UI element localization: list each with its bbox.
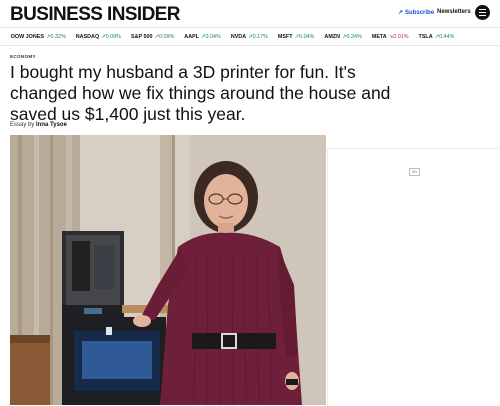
section-label[interactable]: ECONOMY — [10, 54, 36, 59]
ticker-item[interactable]: AAPL ↗0.04% — [184, 34, 221, 40]
ticker-symbol: DOW JONES — [11, 33, 44, 40]
ticker-symbol: TSLA — [418, 33, 433, 40]
ticker-item[interactable]: AMZN ↗0.24% — [324, 34, 361, 40]
ticker-change: ↗0.44% — [435, 34, 455, 40]
ticker-change: ↗0.09% — [154, 34, 174, 40]
ticker-change: ↗0.04% — [295, 34, 315, 40]
ticker-item[interactable]: TSLA ↗0.44% — [419, 34, 455, 40]
ticker-item[interactable]: META ↘0.01% — [372, 34, 409, 40]
ticker-item[interactable]: DOW JONES ↗0.32% — [11, 34, 66, 40]
author-link[interactable]: Inna Tysoe — [36, 122, 67, 128]
menu-button[interactable] — [475, 5, 490, 20]
ticker-symbol: NVDA — [230, 33, 247, 40]
ticker-item[interactable]: NVDA ↗0.17% — [231, 34, 268, 40]
ticker-change: ↗0.04% — [201, 34, 221, 40]
arrow-up-right-icon: ↗ — [398, 10, 404, 16]
ticker-symbol: META — [371, 33, 387, 40]
ticker-change-value: 0.17% — [252, 33, 268, 40]
ticker-item[interactable]: S&P 500 ↗0.09% — [131, 34, 174, 40]
ticker-change-value: 0.04% — [299, 33, 315, 40]
ticker-symbol: AAPL — [184, 33, 199, 40]
ticker-item[interactable]: MSFT ↗0.04% — [278, 34, 315, 40]
ticker-change-value: 0.24% — [346, 33, 362, 40]
ticker-change-value: 0.09% — [105, 33, 121, 40]
ticker-change: ↗0.32% — [46, 34, 66, 40]
ticker-change: ↘0.01% — [389, 34, 409, 40]
ticker-symbol: S&P 500 — [130, 33, 153, 40]
byline: Essay by Inna Tysoe — [10, 122, 67, 128]
site-header: BUSINESS INSIDER ↗ Subscribe Newsletters — [0, 0, 500, 26]
ticker-symbol: AMZN — [324, 33, 340, 40]
subscribe-label: Subscribe — [405, 9, 435, 16]
ticker-item[interactable]: NASDAQ ↗0.09% — [76, 34, 121, 40]
hero-image — [10, 135, 326, 405]
stock-ticker: DOW JONES ↗0.32% NASDAQ ↗0.09% S&P 500 ↗0.09%… — [0, 27, 500, 46]
right-rail — [327, 148, 500, 406]
site-logo[interactable]: BUSINESS INSIDER — [10, 4, 180, 26]
newsletters-link[interactable]: Newsletters — [437, 9, 471, 15]
ticker-change: ↗0.09% — [101, 34, 121, 40]
ticker-change-value: 0.04% — [205, 33, 221, 40]
ticker-symbol: MSFT — [277, 33, 293, 40]
hamburger-icon — [479, 9, 486, 11]
ad-badge: AD — [409, 168, 420, 176]
ticker-change-value: 0.09% — [159, 33, 175, 40]
ticker-change-value: 0.01% — [393, 33, 409, 40]
subscribe-link[interactable]: ↗ Subscribe — [398, 9, 435, 17]
ticker-symbol: NASDAQ — [75, 33, 100, 40]
byline-prefix: Essay by — [10, 122, 35, 128]
ticker-change: ↗0.17% — [248, 34, 268, 40]
ticker-change: ↗0.24% — [342, 34, 362, 40]
ticker-change-value: 0.44% — [439, 33, 455, 40]
article-headline: I bought my husband a 3D printer for fun… — [10, 62, 391, 124]
ticker-change-value: 0.32% — [50, 33, 66, 40]
